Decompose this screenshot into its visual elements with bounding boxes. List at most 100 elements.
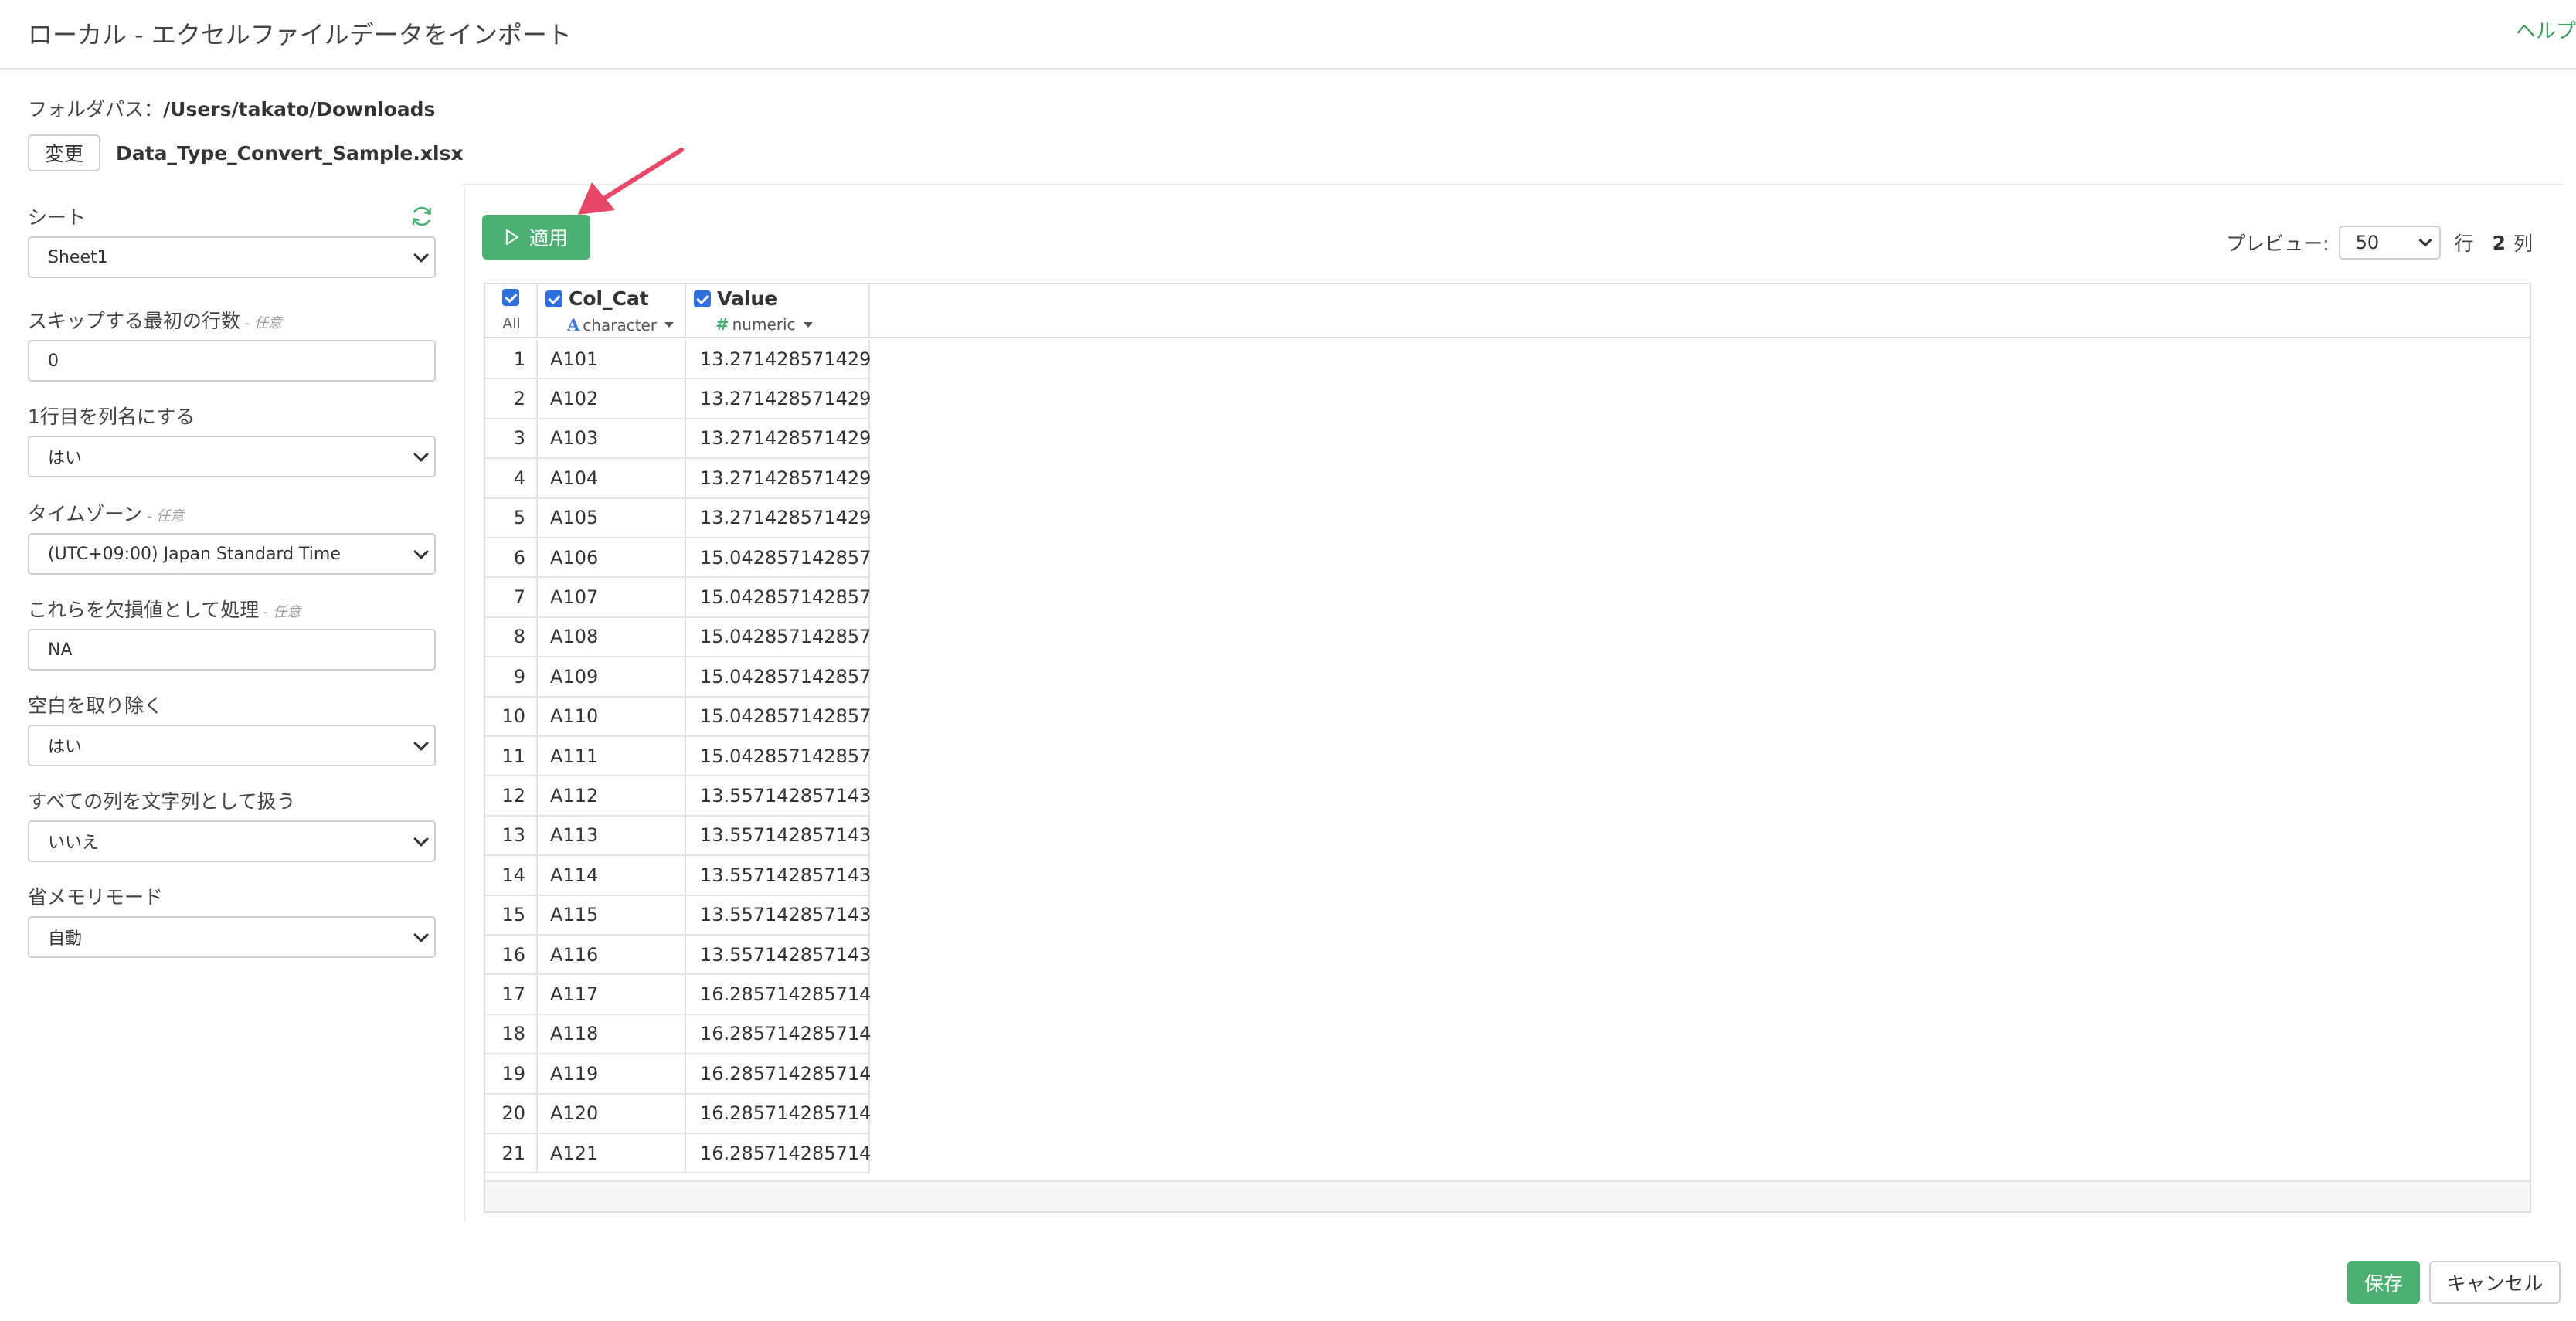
cell-col-cat: A114 bbox=[538, 856, 686, 895]
table-row: 12 A112 13.557142857143 bbox=[485, 776, 871, 817]
save-button[interactable]: 保存 bbox=[2347, 1261, 2420, 1304]
table-row: 7 A107 15.042857142857 bbox=[485, 578, 871, 618]
cell-value: 13.557142857143 bbox=[686, 856, 871, 895]
column-checkbox[interactable] bbox=[694, 290, 711, 307]
cell-value: 16.285714285714 bbox=[686, 1054, 871, 1093]
table-row: 19 A119 16.285714285714 bbox=[485, 1054, 871, 1095]
table-row: 8 A108 15.042857142857 bbox=[485, 617, 871, 658]
preview-rows-value: 50 bbox=[2355, 232, 2380, 253]
cell-col-cat: A112 bbox=[538, 776, 686, 815]
sheet-label: シート bbox=[28, 206, 87, 229]
table-row: 2 A102 13.271428571429 bbox=[485, 379, 871, 419]
character-type-icon: A bbox=[567, 315, 580, 334]
table-row: 21 A121 16.285714285714 bbox=[485, 1134, 871, 1174]
row-number: 17 bbox=[485, 975, 538, 1014]
table-row: 10 A110 15.042857142857 bbox=[485, 697, 871, 737]
optional-tag: - 任意 bbox=[259, 604, 301, 620]
row-number: 20 bbox=[485, 1094, 538, 1133]
row-number: 21 bbox=[485, 1134, 538, 1173]
select-all-header: All bbox=[485, 284, 538, 338]
all-as-char-select[interactable]: いいえ bbox=[28, 820, 436, 862]
row-number: 9 bbox=[485, 657, 538, 696]
cell-col-cat: A103 bbox=[538, 419, 686, 458]
panel-divider bbox=[464, 187, 465, 1222]
row-number: 18 bbox=[485, 1014, 538, 1054]
row-number: 8 bbox=[485, 617, 538, 657]
cell-col-cat: A104 bbox=[538, 459, 686, 497]
cell-value: 13.271428571429 bbox=[686, 419, 871, 458]
row-number: 11 bbox=[485, 737, 538, 776]
row-number: 10 bbox=[485, 697, 538, 735]
timezone-select[interactable]: (UTC+09:00) Japan Standard Time bbox=[28, 533, 436, 575]
annotation-arrow-icon bbox=[578, 148, 684, 215]
cell-value: 13.557142857143 bbox=[686, 895, 871, 934]
sheet-select[interactable]: Sheet1 bbox=[28, 236, 436, 278]
trim-ws-field: 空白を取り除く はい bbox=[28, 691, 437, 766]
cell-value: 15.042857142857 bbox=[686, 538, 871, 577]
column-name: Col_Cat bbox=[569, 287, 649, 310]
cell-value: 15.042857142857 bbox=[686, 617, 871, 657]
apply-button-label: 適用 bbox=[528, 227, 568, 250]
timezone-field: タイムゾーン - 任意 (UTC+09:00) Japan Standard T… bbox=[28, 499, 437, 575]
caret-down-icon bbox=[803, 321, 813, 328]
row-number: 3 bbox=[485, 419, 538, 458]
horizontal-scrollbar[interactable] bbox=[485, 1180, 2530, 1211]
column-count: 2 bbox=[2492, 231, 2506, 254]
sheet-select-value: Sheet1 bbox=[48, 247, 108, 267]
cell-col-cat: A107 bbox=[538, 578, 686, 616]
na-values-input[interactable]: NA bbox=[28, 629, 436, 671]
refresh-icon[interactable] bbox=[410, 204, 434, 229]
preview-rows-select[interactable]: 50 bbox=[2338, 226, 2441, 260]
skip-rows-label: スキップする最初の行数 bbox=[28, 310, 241, 332]
column-checkbox[interactable] bbox=[545, 290, 562, 307]
cancel-button[interactable]: キャンセル bbox=[2429, 1261, 2561, 1304]
row-number: 6 bbox=[485, 538, 538, 577]
file-name: Data_Type_Convert_Sample.xlsx bbox=[116, 142, 464, 165]
table-row: 6 A106 15.042857142857 bbox=[485, 538, 871, 579]
select-all-checkbox[interactable] bbox=[502, 289, 519, 306]
row-number: 4 bbox=[485, 459, 538, 497]
table-row: 1 A101 13.271428571429 bbox=[485, 340, 871, 380]
cell-value: 16.285714285714 bbox=[686, 1134, 871, 1173]
all-as-char-field: すべての列を文字列として扱う いいえ bbox=[28, 786, 437, 862]
help-link[interactable]: ヘルプ bbox=[2516, 15, 2576, 44]
cell-col-cat: A115 bbox=[538, 895, 686, 934]
cell-col-cat: A106 bbox=[538, 538, 686, 577]
cell-value: 13.557142857143 bbox=[686, 776, 871, 815]
select-all-label: All bbox=[502, 315, 521, 332]
cell-value: 15.042857142857 bbox=[686, 578, 871, 616]
column-header-value: Value # numeric bbox=[686, 284, 870, 338]
rows-unit: 行 bbox=[2454, 233, 2474, 255]
timezone-value: (UTC+09:00) Japan Standard Time bbox=[48, 544, 341, 564]
cell-value: 13.271428571429 bbox=[686, 340, 871, 379]
cell-col-cat: A116 bbox=[538, 936, 686, 974]
chevron-down-icon bbox=[413, 447, 429, 462]
first-row-header-select[interactable]: はい bbox=[28, 436, 436, 477]
table-row: 18 A118 16.285714285714 bbox=[485, 1014, 871, 1055]
table-row: 13 A113 13.557142857143 bbox=[485, 816, 871, 857]
apply-button[interactable]: 適用 bbox=[482, 215, 590, 260]
change-file-button[interactable]: 変更 bbox=[28, 134, 100, 171]
column-type-dropdown[interactable]: # numeric bbox=[715, 315, 813, 334]
row-number: 2 bbox=[485, 379, 538, 418]
cell-value: 13.557142857143 bbox=[686, 816, 871, 855]
cell-col-cat: A119 bbox=[538, 1054, 686, 1093]
chevron-down-icon bbox=[413, 247, 429, 263]
column-name: Value bbox=[717, 287, 778, 310]
skip-rows-input[interactable]: 0 bbox=[28, 340, 436, 382]
skip-rows-field: スキップする最初の行数 - 任意 0 bbox=[28, 306, 437, 382]
row-number: 15 bbox=[485, 895, 538, 934]
memory-saver-label: 省メモリモード bbox=[28, 886, 164, 908]
column-type-dropdown[interactable]: A character bbox=[567, 315, 675, 334]
memory-saver-select[interactable]: 自動 bbox=[28, 916, 436, 958]
cell-col-cat: A110 bbox=[538, 697, 686, 735]
memory-saver-value: 自動 bbox=[48, 929, 83, 949]
chevron-down-icon bbox=[413, 927, 429, 942]
table-row: 15 A115 13.557142857143 bbox=[485, 895, 871, 936]
optional-tag: - 任意 bbox=[240, 315, 282, 331]
column-header-col-cat: Col_Cat A character bbox=[538, 284, 686, 338]
cell-col-cat: A101 bbox=[538, 340, 686, 379]
cell-value: 15.042857142857 bbox=[686, 737, 871, 776]
trim-ws-select[interactable]: はい bbox=[28, 725, 436, 766]
cell-col-cat: A109 bbox=[538, 657, 686, 696]
